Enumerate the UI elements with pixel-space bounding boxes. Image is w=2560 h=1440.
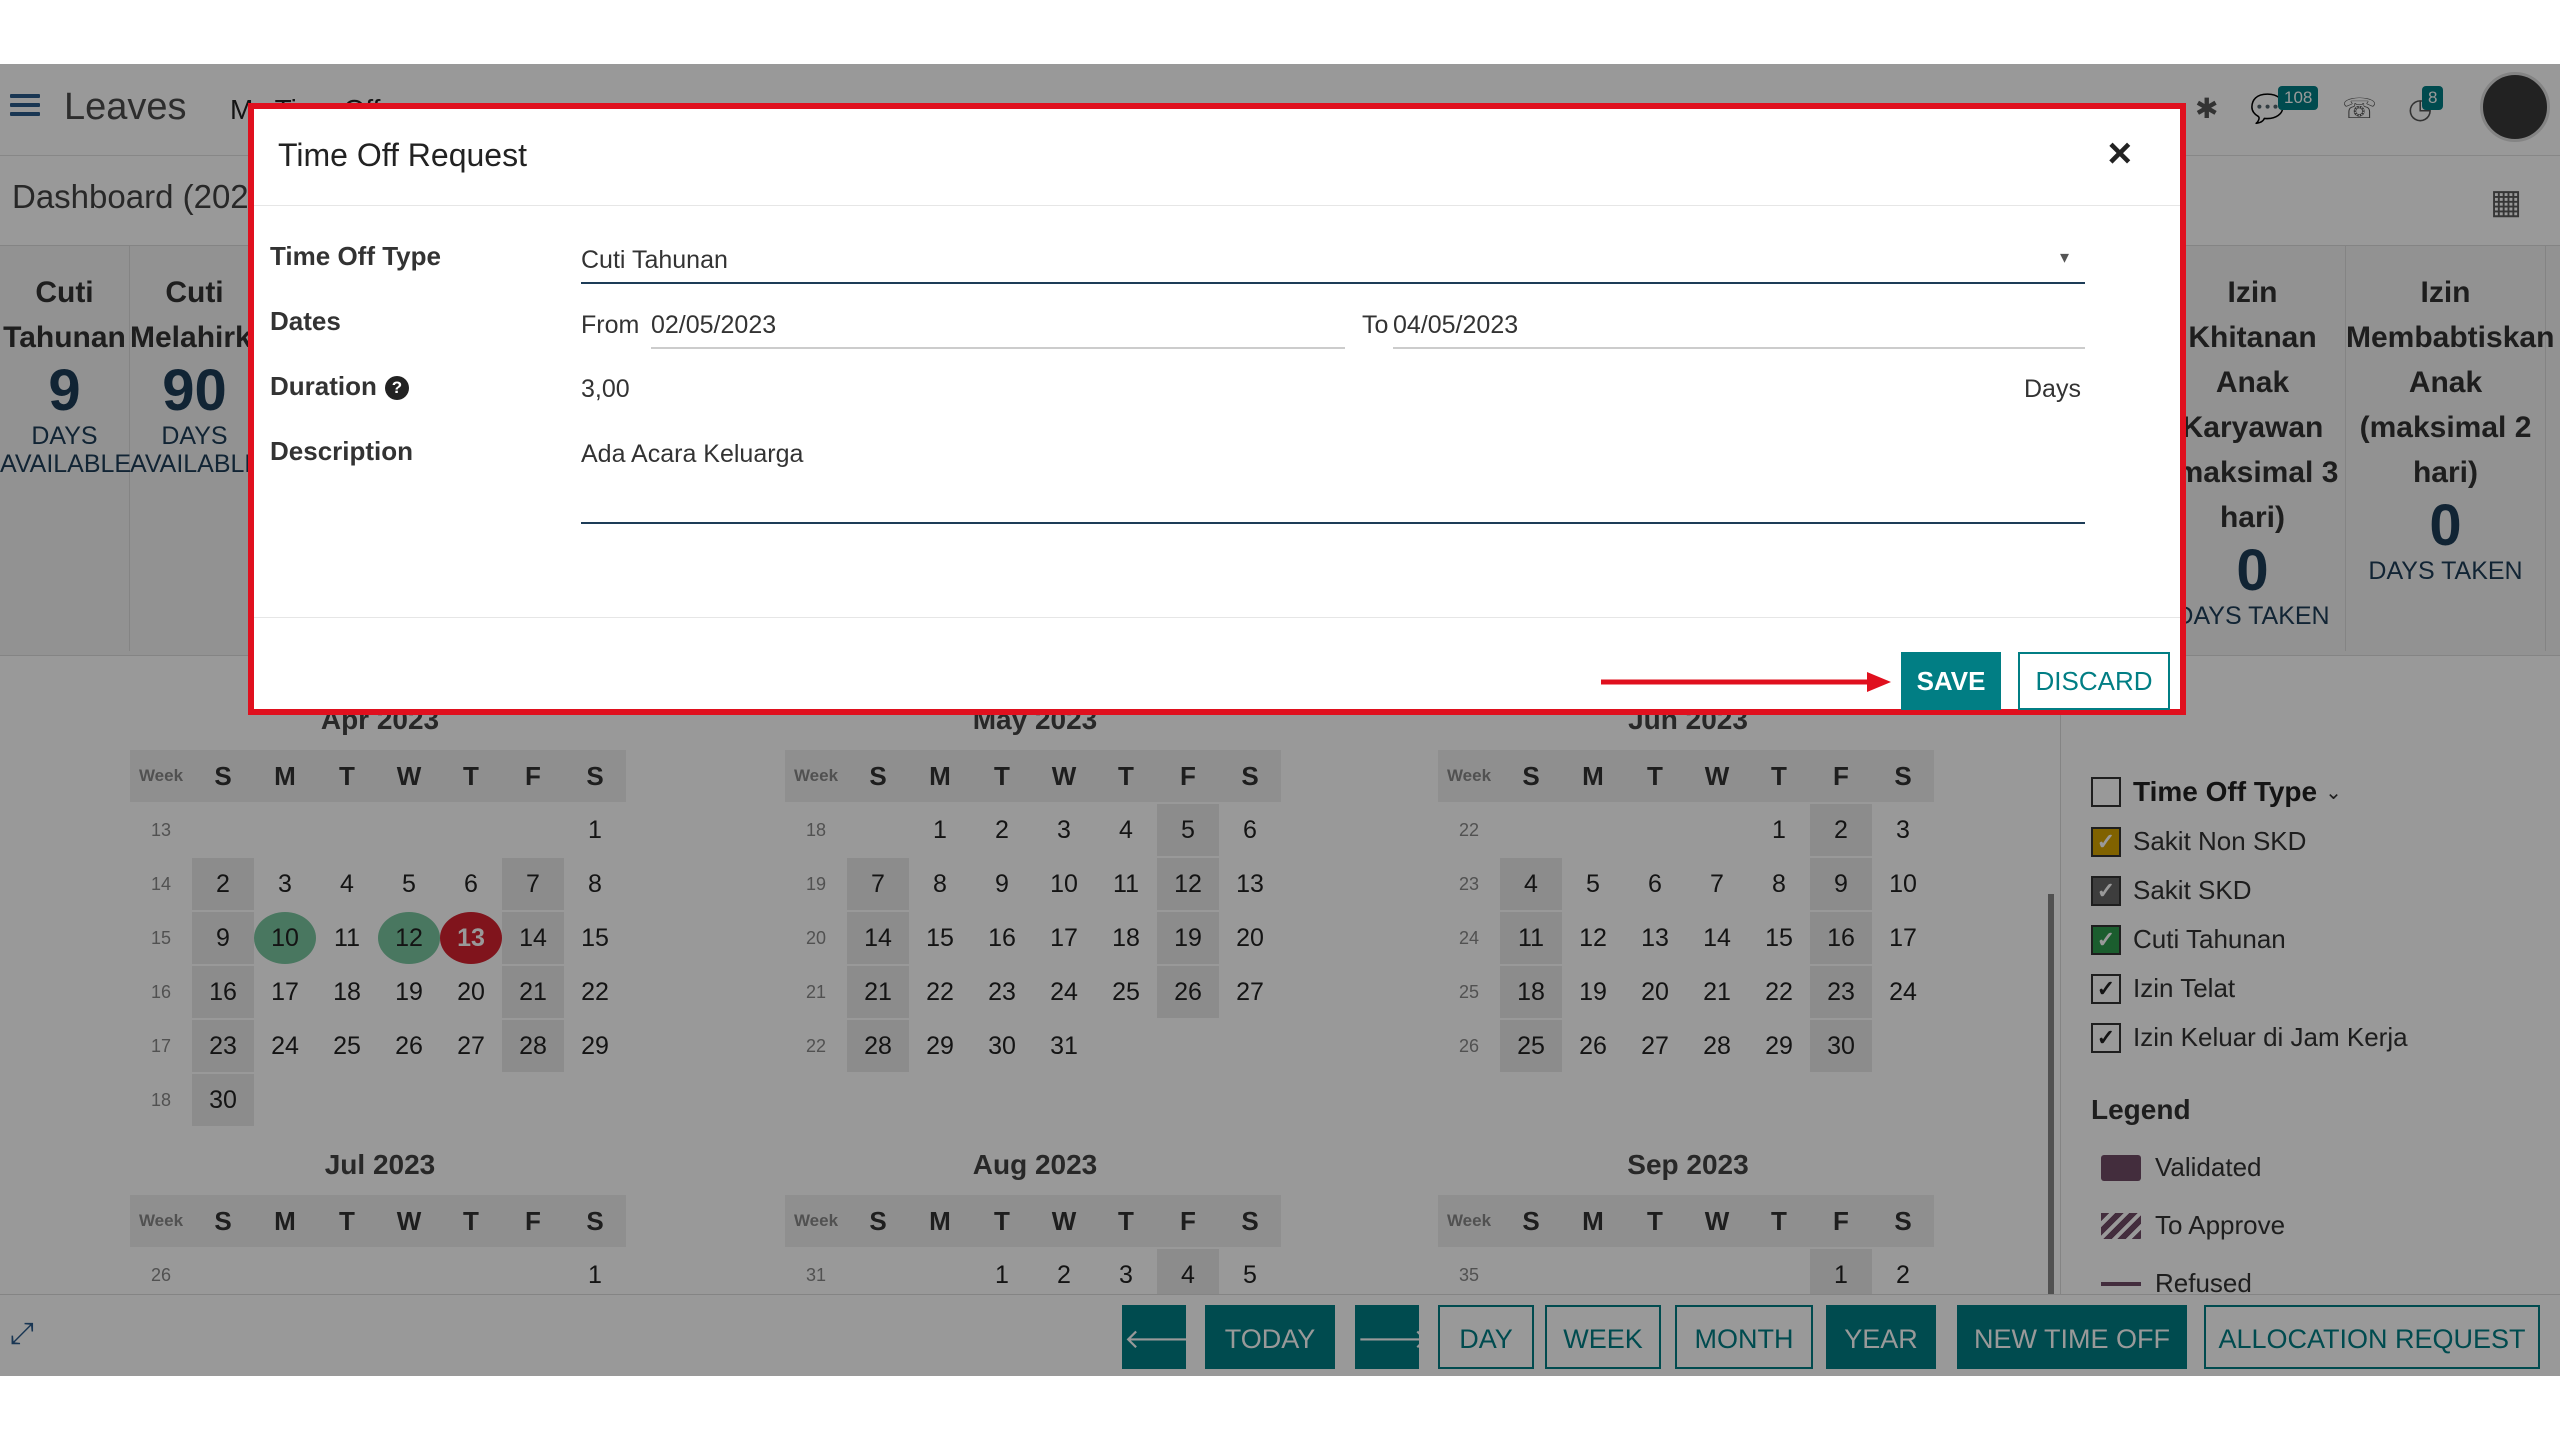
duration-input[interactable]: 3,00 xyxy=(581,375,630,404)
duration-unit: Days xyxy=(2024,375,2081,403)
date-to-underline xyxy=(1393,347,2085,349)
to-label: To xyxy=(1362,311,1389,339)
date-from-input[interactable]: 02/05/2023 xyxy=(651,311,776,340)
app-window: Leaves My Time Off ✱ 💬 108 ☏ ◷ 8 Dashboa… xyxy=(0,64,2560,1376)
description-underline xyxy=(581,522,2085,524)
dialog-title: Time Off Request xyxy=(278,137,527,173)
save-button[interactable]: SAVE xyxy=(1901,652,2001,710)
type-underline xyxy=(581,282,2085,284)
help-icon[interactable]: ? xyxy=(384,376,409,400)
dialog-footer: SAVE DISCARD xyxy=(254,617,2180,715)
duration-label-wrap: Duration? xyxy=(270,371,409,402)
close-icon[interactable]: × xyxy=(2107,129,2132,177)
chevron-down-icon[interactable]: ▾ xyxy=(2060,247,2069,268)
duration-label: Duration xyxy=(270,371,377,401)
time-off-type-select[interactable]: Cuti Tahunan xyxy=(581,246,728,275)
dialog-header: Time Off Request × xyxy=(254,109,2180,206)
from-label: From xyxy=(581,311,640,339)
time-off-type-label: Time Off Type xyxy=(270,241,441,271)
discard-button[interactable]: DISCARD xyxy=(2018,652,2170,710)
description-textarea[interactable]: Ada Acara Keluarga xyxy=(581,440,803,469)
description-label: Description xyxy=(270,436,414,466)
date-to-input[interactable]: 04/05/2023 xyxy=(1393,311,1518,340)
date-from-underline xyxy=(651,347,1345,349)
time-off-request-dialog: Time Off Request × Time Off Type Cuti Ta… xyxy=(248,103,2186,715)
dates-label: Dates xyxy=(270,306,341,336)
red-arrow-annotation-icon xyxy=(1601,672,1891,692)
